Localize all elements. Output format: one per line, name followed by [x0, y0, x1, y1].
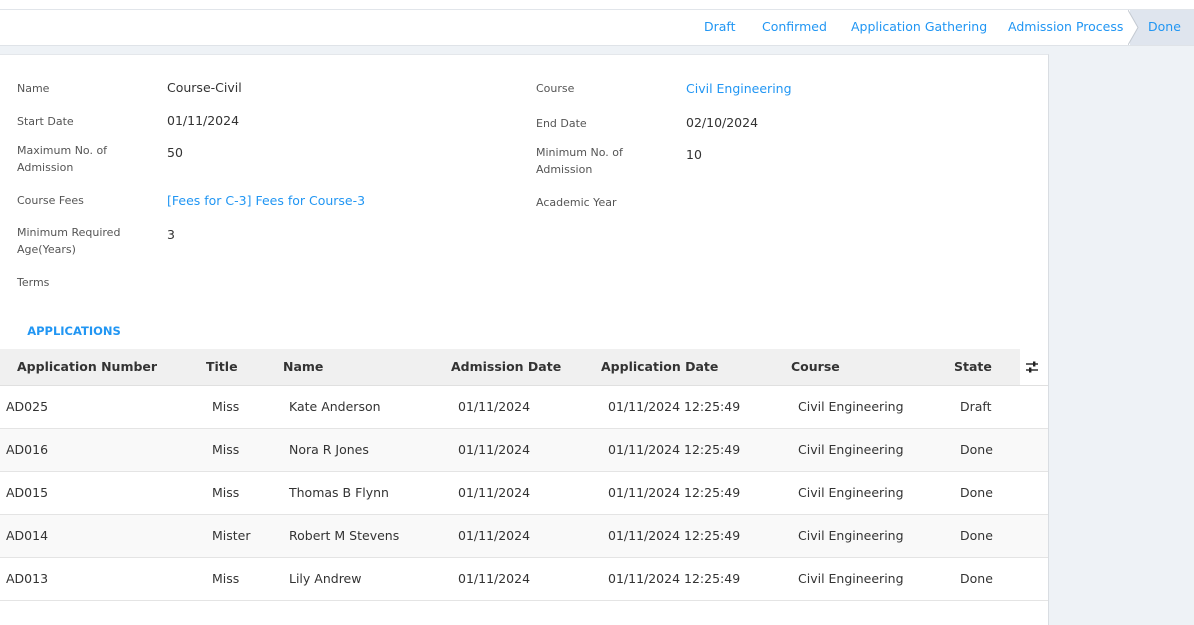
cell-application-number: AD015 [6, 485, 49, 500]
min-admission-value[interactable]: 10 [686, 146, 702, 163]
top-strip [0, 0, 1194, 10]
table-row[interactable]: AD025 Miss Kate Anderson 01/11/2024 01/1… [0, 386, 1048, 429]
cell-title: Miss [212, 571, 240, 586]
course-fees-label: Course Fees [17, 194, 84, 207]
cell-application-date: 01/11/2024 12:25:49 [608, 399, 741, 414]
column-application-number[interactable]: Application Number [17, 349, 157, 385]
cell-state: Done [960, 571, 993, 586]
cell-admission-date: 01/11/2024 [458, 442, 531, 457]
cell-application-number: AD016 [6, 442, 49, 457]
cell-admission-date: 01/11/2024 [458, 528, 531, 543]
start-date-value[interactable]: 01/11/2024 [167, 112, 239, 129]
min-admission-label: Minimum No. of Admission [536, 146, 623, 176]
cell-name: Nora R Jones [289, 442, 369, 457]
cell-state: Draft [960, 399, 992, 414]
cell-title: Miss [212, 399, 240, 414]
form-sheet: Name Course-Civil Start Date 01/11/2024 … [0, 54, 1049, 625]
column-state[interactable]: State [954, 349, 992, 385]
course-label: Course [536, 82, 575, 95]
cell-course: Civil Engineering [798, 399, 904, 414]
name-label: Name [17, 82, 50, 95]
column-admission-date[interactable]: Admission Date [451, 349, 561, 385]
stage-separator-chevron-icon [1128, 10, 1139, 45]
table-row[interactable]: AD016 Miss Nora R Jones 01/11/2024 01/11… [0, 429, 1048, 472]
stage-application-gathering[interactable]: Application Gathering [851, 10, 987, 45]
cell-name: Thomas B Flynn [289, 485, 389, 500]
cell-course: Civil Engineering [798, 571, 904, 586]
sliders-icon [1026, 361, 1038, 373]
cell-course: Civil Engineering [798, 442, 904, 457]
cell-course: Civil Engineering [798, 528, 904, 543]
cell-title: Mister [212, 528, 251, 543]
cell-name: Kate Anderson [289, 399, 381, 414]
cell-application-date: 01/11/2024 12:25:49 [608, 528, 741, 543]
cell-course: Civil Engineering [798, 485, 904, 500]
course-fees-link[interactable]: [Fees for C-3] Fees for Course-3 [167, 192, 365, 209]
name-value[interactable]: Course-Civil [167, 79, 242, 96]
table-header: Application Number Title Name Admission … [0, 349, 1048, 386]
cell-admission-date: 01/11/2024 [458, 485, 531, 500]
end-date-value[interactable]: 02/10/2024 [686, 114, 758, 131]
cell-title: Miss [212, 485, 240, 500]
end-date-label: End Date [536, 117, 587, 130]
cell-application-number: AD014 [6, 528, 49, 543]
academic-year-label: Academic Year [536, 196, 617, 209]
cell-title: Miss [212, 442, 240, 457]
cell-name: Lily Andrew [289, 571, 362, 586]
course-link[interactable]: Civil Engineering [686, 80, 792, 97]
cell-name: Robert M Stevens [289, 528, 400, 543]
min-age-value[interactable]: 3 [167, 226, 175, 243]
table-row[interactable]: AD014 Mister Robert M Stevens 01/11/2024… [0, 515, 1048, 558]
cell-admission-date: 01/11/2024 [458, 571, 531, 586]
column-settings-button[interactable] [1020, 349, 1048, 385]
tab-applications[interactable]: APPLICATIONS [18, 317, 130, 351]
column-application-date[interactable]: Application Date [601, 349, 718, 385]
terms-label: Terms [17, 276, 50, 289]
cell-application-number: AD013 [6, 571, 49, 586]
column-title[interactable]: Title [206, 349, 238, 385]
column-name[interactable]: Name [283, 349, 323, 385]
cell-application-date: 01/11/2024 12:25:49 [608, 571, 741, 586]
stage-admission-process[interactable]: Admission Process [1008, 10, 1123, 45]
status-bar: Draft Confirmed Application Gathering Ad… [0, 10, 1194, 46]
stage-draft[interactable]: Draft [704, 10, 736, 45]
cell-state: Done [960, 442, 993, 457]
max-admission-value[interactable]: 50 [167, 144, 183, 161]
stage-confirmed[interactable]: Confirmed [762, 10, 827, 45]
start-date-label: Start Date [17, 115, 74, 128]
cell-state: Done [960, 485, 993, 500]
cell-application-date: 01/11/2024 12:25:49 [608, 442, 741, 457]
max-admission-label: Maximum No. of Admission [17, 144, 108, 174]
min-age-label: Minimum Required Age(Years) [17, 226, 121, 256]
column-course[interactable]: Course [791, 349, 840, 385]
cell-admission-date: 01/11/2024 [458, 399, 531, 414]
table-row[interactable]: AD013 Miss Lily Andrew 01/11/2024 01/11/… [0, 558, 1048, 601]
cell-state: Done [960, 528, 993, 543]
cell-application-date: 01/11/2024 12:25:49 [608, 485, 741, 500]
cell-application-number: AD025 [6, 399, 49, 414]
table-row[interactable]: AD015 Miss Thomas B Flynn 01/11/2024 01/… [0, 472, 1048, 515]
